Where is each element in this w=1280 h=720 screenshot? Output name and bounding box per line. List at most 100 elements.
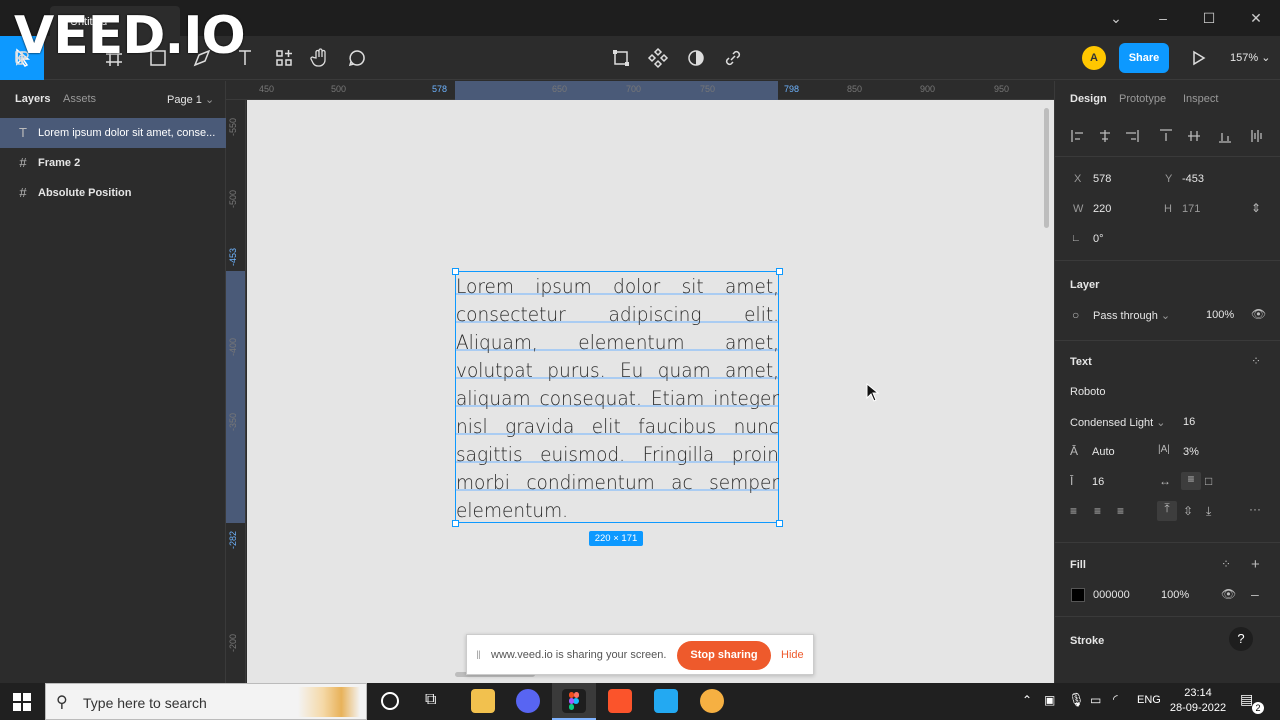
- align-bottom-icon[interactable]: ⤓: [1206, 504, 1211, 519]
- clock-time: 23:14: [1184, 687, 1212, 699]
- align-center-icon[interactable]: ≡: [1094, 504, 1101, 518]
- wifi-icon[interactable]: ◜: [1113, 692, 1118, 706]
- y-input[interactable]: -453: [1182, 173, 1204, 185]
- drag-handle-icon[interactable]: ‖: [476, 648, 481, 662]
- resize-handle-bottom-right[interactable]: [776, 520, 783, 527]
- add-fill-icon[interactable]: +: [1251, 556, 1260, 573]
- maximize-icon[interactable]: ☐: [1199, 8, 1219, 28]
- paragraph-spacing-input[interactable]: 16: [1092, 476, 1104, 488]
- letter-spacing-input[interactable]: 3%: [1183, 446, 1199, 458]
- tab-layers[interactable]: Layers: [15, 93, 50, 105]
- tab-prototype[interactable]: Prototype: [1119, 93, 1166, 105]
- stroke-section-title: Stroke: [1070, 635, 1105, 647]
- selected-text-layer[interactable]: Lorem ipsum dolor sit amet, consectetur …: [455, 271, 779, 523]
- ruler-tick: 450: [259, 84, 275, 94]
- page-selector[interactable]: Page 1 ⌄: [167, 93, 214, 106]
- resize-handle-top-left[interactable]: [452, 268, 459, 275]
- avatar[interactable]: A: [1082, 46, 1106, 70]
- search-placeholder: Type here to search: [83, 695, 207, 711]
- fixed-size-icon[interactable]: □: [1205, 474, 1212, 488]
- design-panel: Design Prototype Inspect X 578 Y -453 W …: [1054, 81, 1280, 683]
- windows-start-icon[interactable]: [13, 693, 31, 711]
- align-middle-icon[interactable]: ⇳: [1183, 504, 1193, 518]
- battery-icon[interactable]: ▭: [1090, 693, 1101, 707]
- h-input[interactable]: 171: [1182, 203, 1200, 215]
- minimize-icon[interactable]: –: [1153, 8, 1173, 28]
- resources-icon[interactable]: [272, 46, 296, 70]
- share-button[interactable]: Share: [1119, 43, 1169, 73]
- zoom-level[interactable]: 157% ⌄: [1230, 51, 1270, 64]
- cortana-icon[interactable]: [381, 692, 399, 710]
- layer-row-absolute-position[interactable]: # Absolute Position: [0, 178, 226, 208]
- hand-tool-icon[interactable]: [308, 46, 332, 70]
- clock-date: 28-09-2022: [1169, 702, 1227, 714]
- remove-fill-icon[interactable]: –: [1251, 586, 1259, 602]
- link-icon[interactable]: [721, 46, 745, 70]
- close-icon[interactable]: ✕: [1246, 8, 1266, 28]
- figma-taskbar-button[interactable]: [552, 683, 596, 720]
- align-top-icon[interactable]: ⤒: [1157, 501, 1177, 521]
- frame-icon: #: [19, 185, 27, 200]
- fill-hex-input[interactable]: 000000: [1093, 589, 1130, 601]
- canvas-scrollbar[interactable]: [1044, 108, 1049, 228]
- component-icon[interactable]: [646, 46, 670, 70]
- font-family-select[interactable]: Roboto: [1070, 386, 1105, 398]
- mouse-cursor-icon: [866, 383, 880, 402]
- fill-color-swatch[interactable]: [1071, 588, 1085, 602]
- chevron-up-icon[interactable]: ⌃: [1022, 693, 1032, 707]
- file-explorer-icon[interactable]: [471, 689, 495, 713]
- layer-row-frame-2[interactable]: # Frame 2: [0, 148, 226, 178]
- help-button[interactable]: ?: [1229, 627, 1253, 651]
- text-styles-icon[interactable]: ⁘: [1251, 354, 1261, 368]
- comment-tool-icon[interactable]: [345, 46, 369, 70]
- language-indicator[interactable]: ENG: [1137, 694, 1161, 706]
- auto-height-icon[interactable]: ≡: [1181, 472, 1201, 490]
- layer-opacity-input[interactable]: 100%: [1206, 309, 1234, 321]
- contrast-icon[interactable]: [684, 46, 708, 70]
- norton-icon[interactable]: [700, 689, 724, 713]
- microphone-icon[interactable]: 🎙: [1068, 692, 1085, 708]
- taskbar-search[interactable]: ⚲ Type here to search: [45, 683, 367, 720]
- vscode-icon[interactable]: [654, 689, 678, 713]
- system-clock[interactable]: 23:14 28-09-2022: [1168, 686, 1228, 716]
- chevron-down-icon[interactable]: ⌄: [1106, 8, 1126, 28]
- alignment-icons[interactable]: [1067, 125, 1273, 147]
- task-view-icon[interactable]: ⧉: [425, 691, 436, 709]
- rotation-input[interactable]: 0°: [1093, 233, 1104, 245]
- resize-handle-top-right[interactable]: [776, 268, 783, 275]
- tab-inspect[interactable]: Inspect: [1183, 93, 1218, 105]
- constrain-proportions-icon[interactable]: ⇕: [1251, 201, 1261, 215]
- crop-icon[interactable]: [609, 46, 633, 70]
- discord-icon[interactable]: [516, 689, 540, 713]
- text-section: Text ⁘ Roboto Condensed Light ⌄ 16 Ā Aut…: [1055, 341, 1280, 543]
- tab-assets[interactable]: Assets: [63, 93, 96, 105]
- eye-icon[interactable]: 👁: [1251, 307, 1266, 321]
- fill-opacity-input[interactable]: 100%: [1161, 589, 1189, 601]
- w-input[interactable]: 220: [1093, 203, 1111, 215]
- layers-panel: Layers Assets Page 1 ⌄ T Lorem ipsum dol…: [0, 81, 226, 683]
- eye-icon[interactable]: 👁: [1221, 587, 1236, 601]
- stop-sharing-button[interactable]: Stop sharing: [677, 641, 771, 670]
- x-input[interactable]: 578: [1093, 173, 1111, 185]
- line-height-input[interactable]: Auto: [1092, 446, 1115, 458]
- search-highlight-image: [298, 687, 360, 717]
- ruler-tick: 950: [994, 84, 1010, 94]
- fill-styles-icon[interactable]: ⁘: [1221, 557, 1231, 571]
- layer-section: Layer ○ Pass through ⌄ 100% 👁: [1055, 261, 1280, 341]
- tab-design[interactable]: Design: [1070, 93, 1107, 105]
- more-options-icon[interactable]: ···: [1249, 502, 1261, 516]
- windows-taskbar: ⚲ Type here to search ⧉ ⌃ ▣ 🎙 ▭ ◜ ENG 23…: [0, 683, 1280, 720]
- auto-width-icon[interactable]: ↔: [1159, 474, 1171, 488]
- align-left-icon[interactable]: ≡: [1070, 504, 1077, 518]
- hide-button[interactable]: Hide: [781, 649, 804, 661]
- blend-mode-select[interactable]: Pass through ⌄: [1093, 309, 1170, 322]
- brave-icon[interactable]: [608, 689, 632, 713]
- present-play-icon[interactable]: [1186, 46, 1210, 70]
- resize-handle-bottom-left[interactable]: [452, 520, 459, 527]
- font-size-input[interactable]: 16: [1183, 416, 1195, 428]
- layer-row-text[interactable]: T Lorem ipsum dolor sit amet, conse...: [0, 118, 226, 148]
- fill-section-title: Fill: [1070, 559, 1086, 571]
- align-right-icon[interactable]: ≡: [1117, 504, 1124, 518]
- letter-spacing-icon: |A|: [1158, 444, 1170, 455]
- meet-now-icon[interactable]: ▣: [1044, 693, 1055, 707]
